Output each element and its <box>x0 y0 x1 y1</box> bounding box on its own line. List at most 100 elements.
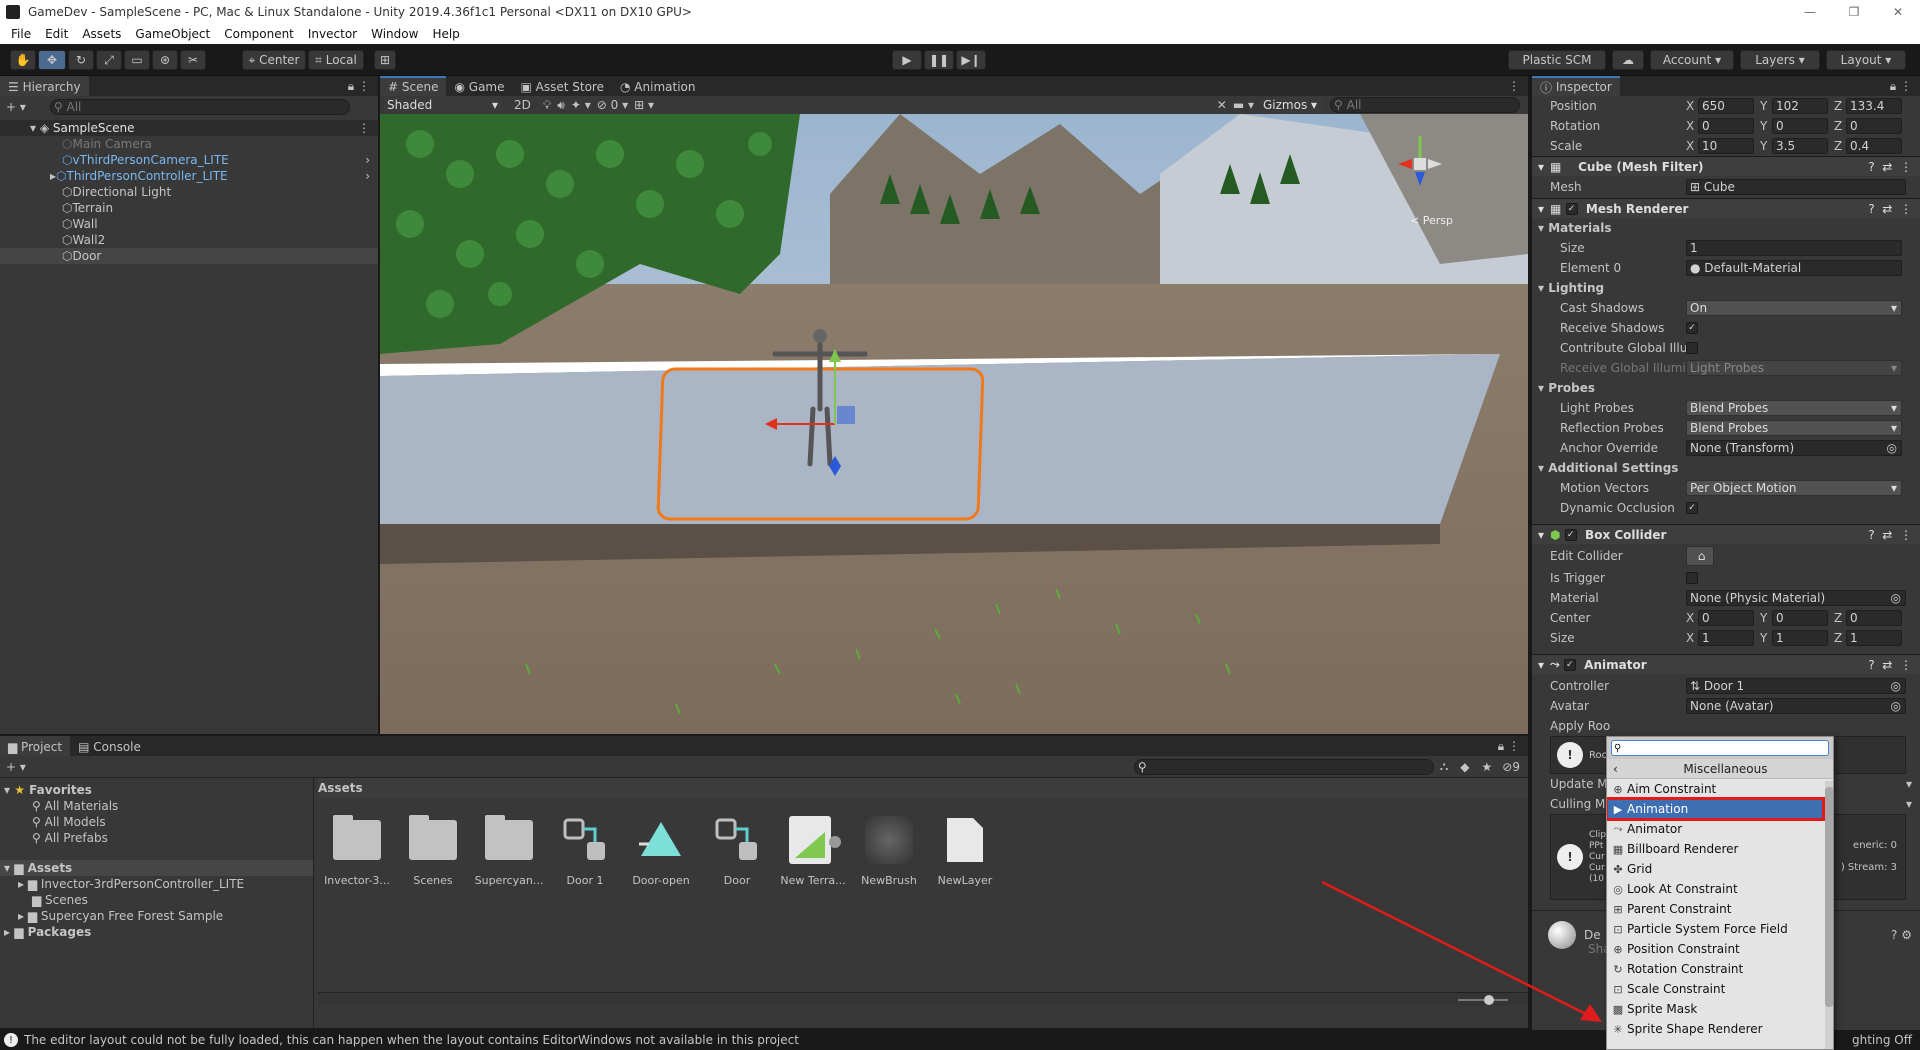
box-collider-header[interactable]: ▾ ⬢ ✓ Box Collider ? ⇄ ⋮ <box>1532 524 1920 544</box>
filter-label-icon[interactable]: ◆ <box>1460 760 1469 774</box>
hand-tool-icon[interactable]: ✋ <box>10 50 36 70</box>
lighting-foldout[interactable]: ▾ Lighting <box>1538 278 1920 298</box>
project-search-input[interactable]: ⚲ <box>1133 758 1434 775</box>
menu-edit[interactable]: Edit <box>38 27 75 41</box>
packages-foldout[interactable]: ▸ ▆ Packages <box>0 924 313 940</box>
camera-icon[interactable]: ▬ ▾ <box>1233 98 1254 112</box>
popup-scrollbar[interactable] <box>1825 781 1833 1049</box>
tab-project[interactable]: ▆ Project <box>0 736 71 756</box>
lock-icon[interactable]: 🔒︎ ⋮ <box>348 79 370 94</box>
scale-tool-icon[interactable]: ⤢ <box>96 50 122 70</box>
hierarchy-item[interactable]: ⬡ Door <box>0 248 378 264</box>
scene-viewport[interactable]: < Persp <box>380 114 1528 734</box>
status-message[interactable]: The editor layout could not be fully loa… <box>24 1033 799 1047</box>
tools-icon[interactable]: ✕ <box>1217 98 1227 112</box>
transform-tool-icon[interactable]: ⊛ <box>152 50 178 70</box>
layers-dropdown[interactable]: Layers ▾ <box>1740 50 1820 70</box>
hierarchy-item[interactable]: ⬡ Wall <box>0 216 378 232</box>
size-x-field[interactable]: 1 <box>1698 630 1754 646</box>
axis-x-label[interactable]: X <box>1686 119 1698 133</box>
reflection-probes-dropdown[interactable]: Blend Probes ▾ <box>1686 420 1902 436</box>
component-option[interactable]: ▩ Sprite Mask <box>1607 999 1823 1019</box>
hierarchy-item[interactable]: ▸ ⬡ ThirdPersonController_LITE › <box>0 168 378 184</box>
menu-help[interactable]: Help <box>425 27 466 41</box>
menu-window[interactable]: Window <box>364 27 425 41</box>
element0-field[interactable]: ● Default-Material <box>1686 260 1902 276</box>
asset-item[interactable]: Invector-3... <box>322 812 392 887</box>
object-picker-icon[interactable]: ◎ <box>1887 441 1897 455</box>
cloud-icon[interactable]: ☁ <box>1612 50 1644 70</box>
open-prefab-icon[interactable]: › <box>365 153 370 167</box>
move-tool-icon[interactable]: ✥ <box>38 50 66 70</box>
favorites-foldout[interactable]: ▾ ★ Favorites <box>0 782 313 798</box>
asset-item[interactable]: NewLayer <box>930 812 1000 887</box>
minimize-icon[interactable]: — <box>1788 5 1832 19</box>
axis-x-label[interactable]: X <box>1686 139 1698 153</box>
transform-position-y-field[interactable]: 102 <box>1772 98 1828 114</box>
transform-position-x-field[interactable]: 650 <box>1698 98 1754 114</box>
cast-shadows-dropdown[interactable]: On ▾ <box>1686 300 1902 316</box>
grid-toggle-icon[interactable]: ⊞ ▾ <box>634 98 654 112</box>
component-option[interactable]: ⊕ Position Constraint <box>1607 939 1823 959</box>
transform-scale-z-field[interactable]: 0.4 <box>1846 138 1902 154</box>
center-y-field[interactable]: 0 <box>1772 610 1828 626</box>
maximize-icon[interactable]: ❐ <box>1832 5 1876 19</box>
size-z-field[interactable]: 1 <box>1846 630 1902 646</box>
shading-dropdown[interactable]: Shaded ▾ <box>384 97 502 113</box>
tab-console[interactable]: ▤ Console <box>70 736 149 756</box>
anchor-override-field[interactable]: None (Transform) ◎ <box>1686 440 1902 456</box>
axis-y-label[interactable]: Y <box>1760 139 1772 153</box>
add-icon[interactable]: + ▾ <box>6 100 26 114</box>
motion-vectors-dropdown[interactable]: Per Object Motion ▾ <box>1686 480 1902 496</box>
component-menu-icon[interactable]: ? ⇄ ⋮ <box>1868 658 1912 672</box>
menu-component[interactable]: Component <box>217 27 301 41</box>
asset-item[interactable]: New Terra... <box>778 812 848 887</box>
axis-y-label[interactable]: Y <box>1760 99 1772 113</box>
asset-item[interactable]: NewBrush <box>854 812 924 887</box>
custom-tool-icon[interactable]: ✂ <box>180 50 206 70</box>
axis-z-label[interactable]: Z <box>1834 119 1846 133</box>
culling-mode-arrow-icon[interactable]: ▾ <box>1906 797 1912 811</box>
transform-rotation-x-field[interactable]: 0 <box>1698 118 1754 134</box>
pause-button[interactable]: ❚❚ <box>924 50 954 70</box>
asset-item[interactable]: Door-open <box>626 812 696 887</box>
component-option[interactable]: ⤳ Animator <box>1607 819 1823 839</box>
asset-item[interactable]: Scenes <box>398 812 468 887</box>
hierarchy-tab[interactable]: ☰ Hierarchy <box>0 76 89 96</box>
mesh-renderer-enabled-checkbox[interactable]: ✓ <box>1565 202 1578 215</box>
transform-scale-y-field[interactable]: 3.5 <box>1772 138 1828 154</box>
popup-scrollbar-thumb[interactable] <box>1825 787 1833 1007</box>
filter-type-icon[interactable]: ⛬ <box>1440 759 1448 774</box>
contribute-gi-checkbox[interactable] <box>1686 342 1698 354</box>
materials-size-field[interactable]: 1 <box>1686 240 1902 256</box>
tab-asset-store[interactable]: ▣ Asset Store <box>512 76 612 96</box>
hierarchy-item[interactable]: ⬡ Directional Light <box>0 184 378 200</box>
open-prefab-icon[interactable]: › <box>365 169 370 183</box>
menu-invector[interactable]: Invector <box>301 27 364 41</box>
material-menu-icon[interactable]: ? ⚙ <box>1891 928 1912 942</box>
tab-scene[interactable]: # Scene <box>380 76 447 96</box>
menu-assets[interactable]: Assets <box>75 27 128 41</box>
axis-y-label[interactable]: Y <box>1760 119 1772 133</box>
favorite-item[interactable]: ⚲ All Materials <box>0 798 313 814</box>
avatar-field[interactable]: None (Avatar) ◎ <box>1686 698 1906 714</box>
foldout-icon[interactable]: ▾ <box>1538 202 1544 216</box>
menu-gameobject[interactable]: GameObject <box>128 27 217 41</box>
breadcrumb[interactable]: Assets <box>318 778 1528 798</box>
component-option[interactable]: ⊡ Scale Constraint <box>1607 979 1823 999</box>
axis-z-label[interactable]: Z <box>1834 139 1846 153</box>
component-menu-icon[interactable]: ? ⇄ ⋮ <box>1868 160 1912 174</box>
menu-file[interactable]: File <box>4 27 38 41</box>
transform-rotation-z-field[interactable]: 0 <box>1846 118 1902 134</box>
audio-toggle-icon[interactable]: 🔊︎ <box>557 98 565 113</box>
object-picker-icon[interactable]: ◎ <box>1891 699 1901 713</box>
center-x-field[interactable]: 0 <box>1698 610 1754 626</box>
plastic-scm-button[interactable]: Plastic SCM <box>1508 50 1606 70</box>
component-option[interactable]: ▦ Billboard Renderer <box>1607 839 1823 859</box>
tab-game[interactable]: ◉ Game <box>446 76 513 96</box>
size-y-field[interactable]: 1 <box>1772 630 1828 646</box>
assets-foldout[interactable]: ▾ ▆ Assets <box>0 860 313 876</box>
fx-toggle-icon[interactable]: ✦ ▾ <box>571 98 591 112</box>
controller-field[interactable]: ⇅ Door 1 ◎ <box>1686 678 1906 694</box>
close-icon[interactable]: ✕ <box>1876 5 1920 19</box>
